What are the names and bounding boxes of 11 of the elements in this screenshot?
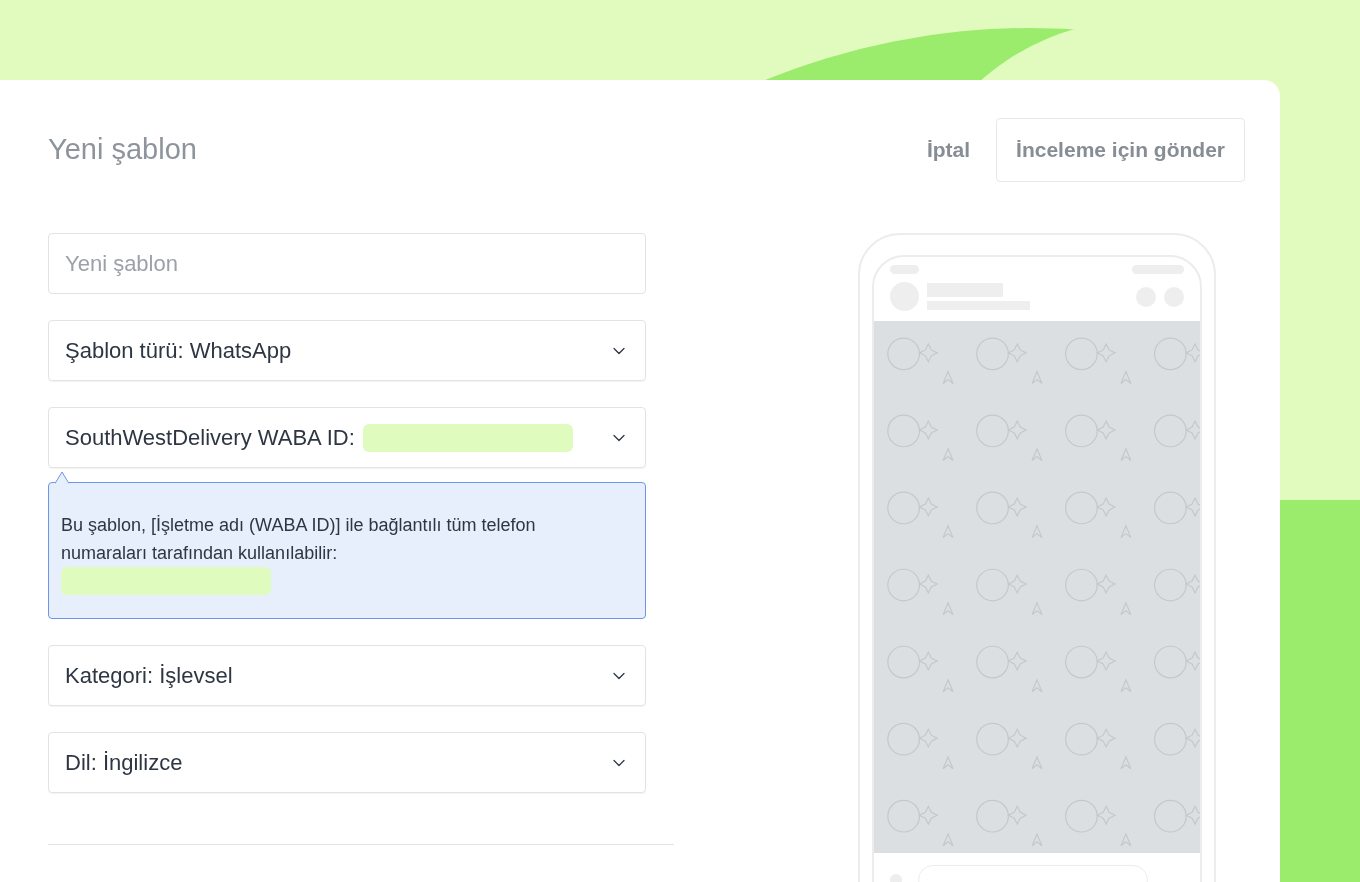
page-title: Yeni şablon	[48, 132, 197, 168]
dropdown[interactable]: Kategori: İşlevsel	[48, 645, 646, 706]
dropdown-label: Şablon türü: WhatsApp	[65, 337, 292, 365]
dropdown[interactable]: Şablon türü: WhatsApp	[48, 320, 646, 381]
dropdown-label: Dil: İngilizce	[65, 749, 183, 777]
name-input[interactable]: Yeni şablon	[48, 233, 646, 294]
dropdown-label: SouthWestDelivery WABA ID:	[65, 424, 355, 452]
dropdown[interactable]: SouthWestDelivery WABA ID:	[48, 407, 646, 468]
dropdown[interactable]: Dil: İngilizce	[48, 732, 646, 793]
dropdown-label: Kategori: İşlevsel	[65, 662, 233, 690]
info-text: Bu şablon, [İşletme adı (WABA ID)] ile bağlantılı tüm telefon numaraları tarafından kullanılabilir:	[61, 514, 537, 565]
